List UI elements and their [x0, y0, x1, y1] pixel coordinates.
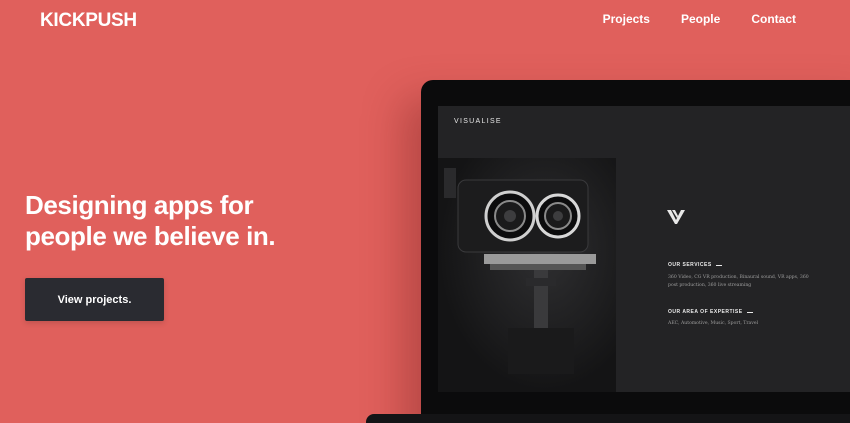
hero-line-2: people we believe in. — [25, 221, 276, 251]
dash-divider — [746, 311, 753, 313]
expertise-text: AEC, Automotive, Music, Sport, Travel — [668, 321, 759, 326]
laptop-mockup: VISUALISE OUR SERVICES 360 Video, CG VR … — [421, 80, 850, 423]
expertise-heading-text: OUR AREA OF EXPERTISE — [668, 309, 743, 315]
expertise-heading: OUR AREA OF EXPERTISE — [668, 309, 753, 315]
hero-headline: Designing apps for people we believe in. — [25, 190, 365, 252]
laptop-base — [366, 414, 850, 423]
brand-logo[interactable]: KICKPUSH — [40, 10, 137, 32]
v-monogram-icon — [667, 210, 685, 224]
nav-people[interactable]: People — [681, 12, 720, 26]
services-heading-text: OUR SERVICES — [668, 262, 712, 268]
camera-rig-image — [438, 158, 616, 392]
nav-contact[interactable]: Contact — [751, 12, 796, 26]
laptop-screen: VISUALISE OUR SERVICES 360 Video, CG VR … — [438, 106, 850, 392]
dash-divider — [715, 264, 722, 266]
main-nav: Projects People Contact — [603, 12, 796, 26]
screen-site-title: VISUALISE — [454, 118, 502, 125]
services-text: 360 Video, CG VR production, Binaural so… — [668, 275, 809, 288]
camera-rig-illustration — [444, 168, 596, 374]
services-heading: OUR SERVICES — [668, 262, 722, 268]
view-projects-button[interactable]: View projects. — [25, 278, 164, 321]
hero-line-1: Designing apps for — [25, 190, 254, 220]
nav-projects[interactable]: Projects — [603, 12, 650, 26]
